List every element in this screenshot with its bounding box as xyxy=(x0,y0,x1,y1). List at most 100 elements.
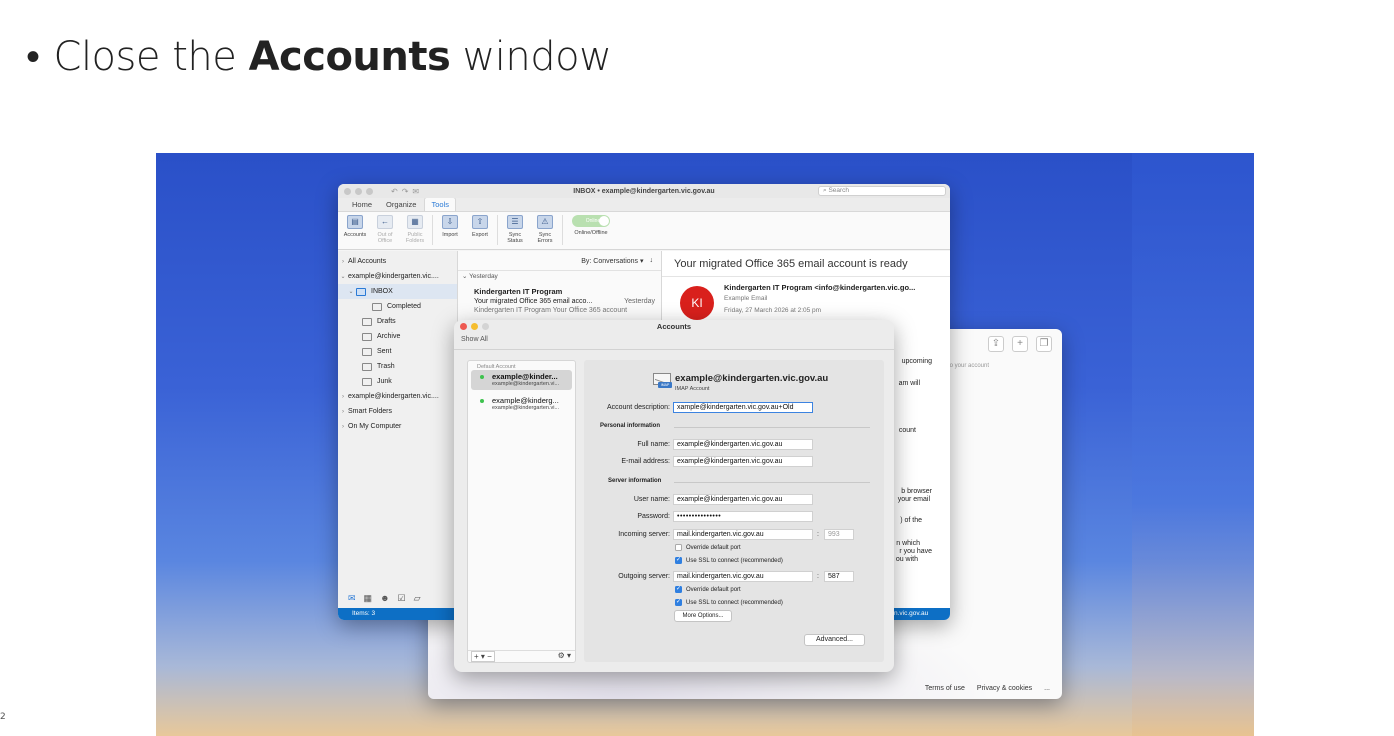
sort-direction-icon[interactable]: ↓ xyxy=(650,257,654,264)
junk-icon xyxy=(362,377,372,386)
heading-post: window xyxy=(462,34,612,80)
sidebar-item-archive[interactable]: Archive xyxy=(338,329,457,344)
sync-errors-button[interactable]: ⚠ Sync Errors xyxy=(532,215,558,244)
avatar: KI xyxy=(680,286,714,320)
reading-date: Friday, 27 March 2026 at 2:05 pm xyxy=(724,307,822,314)
calendar-icon[interactable]: ▦ xyxy=(364,593,373,604)
account-item-1[interactable]: example@kinder... example@kindergarten.v… xyxy=(471,370,572,390)
outgoing-ssl-checkbox[interactable]: ✓ Use SSL to connect (recommended) xyxy=(675,599,783,606)
outgoing-port-field[interactable]: 587 xyxy=(824,571,854,582)
outgoing-server-field[interactable]: mail.kindergarten.vic.gov.au xyxy=(673,571,813,582)
out-of-office-icon: ← xyxy=(377,215,393,229)
people-icon[interactable]: ☻ xyxy=(380,593,389,603)
archive-icon xyxy=(362,332,372,341)
account-item-2[interactable]: example@kinderg... example@kindergarten.… xyxy=(471,394,572,414)
body-fragment: count xyxy=(898,427,916,434)
fullname-label: Full name: xyxy=(637,441,670,448)
sidebar-item-all-accounts[interactable]: › All Accounts xyxy=(338,254,457,269)
personal-info-header: Personal information xyxy=(600,423,661,429)
accounts-ribbon-button[interactable]: ▤ Accounts xyxy=(342,215,368,238)
public-folders-icon: ▦ xyxy=(407,215,423,229)
search-input[interactable]: ⌕ Search xyxy=(818,186,946,196)
chevron-right-icon: › xyxy=(342,423,344,430)
heading-pre: Close the xyxy=(53,34,237,80)
server-info-header: Server information xyxy=(608,478,662,484)
folder-icon xyxy=(372,302,382,311)
list-item[interactable]: Kindergarten IT Program Your migrated Of… xyxy=(458,283,661,314)
sidebar-item-drafts[interactable]: Drafts xyxy=(338,314,457,329)
reading-status-bar: n.vic.gov.au xyxy=(890,608,950,620)
user-name-field[interactable]: example@kindergarten.vic.gov.au xyxy=(673,494,813,505)
trash-icon xyxy=(362,362,372,371)
sidebar-item-inbox[interactable]: ⌄ INBOX xyxy=(338,284,457,299)
status-dot-icon xyxy=(480,399,484,403)
add-remove-account-buttons[interactable]: + ▾ − xyxy=(471,651,495,662)
more-options-button[interactable]: More Options... xyxy=(674,610,732,622)
sidebar-item-on-my-computer[interactable]: › On My Computer xyxy=(338,419,457,434)
online-toggle[interactable]: Online xyxy=(572,215,610,227)
show-all-button[interactable]: Show All xyxy=(454,332,894,350)
chevron-right-icon: › xyxy=(342,393,344,400)
slide-heading: • Close the Accounts window xyxy=(26,34,612,80)
tools-ribbon: ▤ Accounts ← Out of Office ▦ Public Folders ⇩… xyxy=(338,212,950,250)
body-fragment: am will xyxy=(898,380,920,387)
gear-icon[interactable]: ⚙ ▾ xyxy=(558,651,571,662)
inbox-icon xyxy=(356,287,366,296)
incoming-server-field[interactable]: mail.kindergarten.vic.gov.au xyxy=(673,529,813,540)
group-header: ⌄ Yesterday xyxy=(462,273,498,280)
incoming-ssl-checkbox[interactable]: ✓ Use SSL to connect (recommended) xyxy=(675,557,783,564)
sync-status-icon: ☰ xyxy=(507,215,523,229)
share-icon[interactable]: ⇪ xyxy=(988,336,1004,352)
heading-bold: Accounts xyxy=(248,34,451,80)
body-fragment: ) of the xyxy=(900,517,922,524)
incoming-override-checkbox[interactable]: Override default port xyxy=(675,544,741,551)
full-name-field[interactable]: example@kindergarten.vic.gov.au xyxy=(673,439,813,450)
email-address-field[interactable]: example@kindergarten.vic.gov.au xyxy=(673,456,813,467)
tasks-icon[interactable]: ☑ xyxy=(398,593,406,604)
sidebar-item-account-2[interactable]: › example@kindergarten.vic.... xyxy=(338,389,457,404)
tab-home[interactable]: Home xyxy=(346,198,378,211)
advanced-button[interactable]: Advanced... xyxy=(804,634,865,646)
browser-footer: Terms of use Privacy & cookies ... xyxy=(428,677,1062,699)
plus-icon[interactable]: + xyxy=(1012,336,1028,352)
account-list: Default Account example@kinder... exampl… xyxy=(467,360,576,663)
accounts-icon: ▤ xyxy=(347,215,363,229)
terms-link[interactable]: Terms of use xyxy=(925,685,965,692)
chevron-down-icon: ⌄ xyxy=(340,274,346,280)
chevron-down-icon: ⌄ xyxy=(348,289,354,295)
drafts-icon xyxy=(362,317,372,326)
accounts-titlebar: Accounts xyxy=(454,320,894,332)
slide: • Close the Accounts window 2 ⇪ + ❐ to yo… xyxy=(0,0,1394,736)
sidebar-item-account-1[interactable]: ⌄ example@kindergarten.vic.... xyxy=(338,269,457,284)
export-button[interactable]: ⇧ Export xyxy=(467,215,493,238)
account-description-field[interactable]: xample@kindergarten.vic.gov.au+Old xyxy=(673,402,813,413)
privacy-link[interactable]: Privacy & cookies xyxy=(977,685,1032,692)
outgoing-override-checkbox[interactable]: ✓ Override default port xyxy=(675,586,741,593)
sidebar-item-junk[interactable]: Junk xyxy=(338,374,457,389)
tab-organize[interactable]: Organize xyxy=(380,198,422,211)
bullet: • xyxy=(26,34,40,80)
more-link[interactable]: ... xyxy=(1044,685,1050,692)
sidebar-item-trash[interactable]: Trash xyxy=(338,359,457,374)
password-field[interactable]: ••••••••••••••• xyxy=(673,511,813,522)
out-of-office-button[interactable]: ← Out of Office xyxy=(372,215,398,244)
sync-status-button[interactable]: ☰ Sync Status xyxy=(502,215,528,244)
ribbon-tabs: Home Organize Tools xyxy=(338,197,950,212)
incoming-port-field[interactable]: 993 xyxy=(824,529,854,540)
accounts-title: Accounts xyxy=(656,321,692,331)
copy-icon[interactable]: ❐ xyxy=(1036,336,1052,352)
reading-from: Kindergarten IT Program <info@kindergart… xyxy=(724,283,916,292)
sidebar-item-sent[interactable]: Sent xyxy=(338,344,457,359)
page-number: 2 xyxy=(0,712,6,722)
tab-tools[interactable]: Tools xyxy=(424,197,456,211)
sort-control[interactable]: By: Conversations ▾ ↓ xyxy=(458,251,661,271)
folder-sidebar: › All Accounts ⌄ example@kindergarten.vic.… xyxy=(338,251,458,620)
chevron-right-icon: › xyxy=(342,408,344,415)
sidebar-item-completed[interactable]: Completed xyxy=(338,299,457,314)
notes-icon[interactable]: ▱ xyxy=(414,593,421,604)
sidebar-item-smart-folders[interactable]: › Smart Folders xyxy=(338,404,457,419)
public-folders-button[interactable]: ▦ Public Folders xyxy=(402,215,428,244)
online-offline-control[interactable]: Online Online/Offline xyxy=(567,215,615,236)
import-button[interactable]: ⇩ Import xyxy=(437,215,463,238)
mail-icon[interactable]: ✉ xyxy=(348,593,356,604)
